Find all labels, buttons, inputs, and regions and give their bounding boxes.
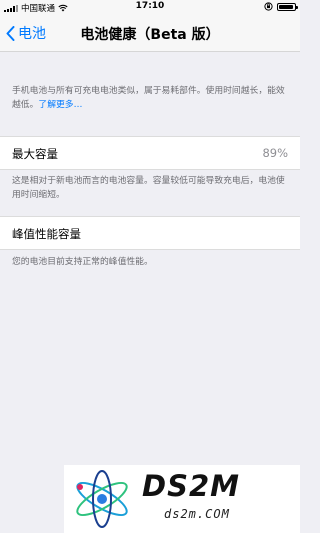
learn-more-link[interactable]: 了解更多… xyxy=(38,100,82,110)
intro-text: 手机电池与所有可充电电池类似，属于易耗部件。使用时间越长，能效越低。了解更多… xyxy=(12,84,292,112)
battery-level-fill xyxy=(279,4,293,9)
peak-performance-label: 峰值性能容量 xyxy=(12,227,81,241)
peak-performance-description: 您的电池目前支持正常的峰值性能。 xyxy=(12,257,153,267)
watermark-brand: DS2M xyxy=(142,469,240,503)
page-title: 电池健康（Beta 版） xyxy=(80,27,220,43)
max-capacity-value: 89% xyxy=(262,146,288,160)
status-time: 17:10 xyxy=(135,1,165,11)
max-capacity-label: 最大容量 xyxy=(12,147,58,161)
navigation-bar: 电池 电池健康（Beta 版） xyxy=(0,14,300,52)
max-capacity-description: 这是相对于新电池而言的电池容量。容量较低可能导致充电后，电池使用时间缩短。 xyxy=(12,176,285,200)
status-bar: 中国联通 17:10 xyxy=(0,0,300,14)
max-capacity-row: 最大容量 89% xyxy=(0,136,300,170)
watermark-logo-icon xyxy=(76,470,128,528)
watermark-url: ds2m.COM xyxy=(164,507,230,521)
battery-icon xyxy=(277,2,298,11)
status-right xyxy=(264,2,298,11)
peak-performance-row: 峰值性能容量 xyxy=(0,216,300,250)
orientation-lock-icon xyxy=(264,2,273,11)
watermark: DS2M ds2m.COM xyxy=(64,465,300,533)
